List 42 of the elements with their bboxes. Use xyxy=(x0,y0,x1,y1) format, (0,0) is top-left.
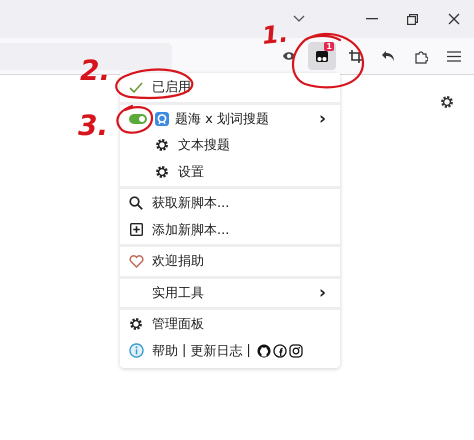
info-icon xyxy=(128,343,144,358)
script-menu-item[interactable]: 题海 x 划词搜题 › xyxy=(120,106,340,132)
notification-badge: 1 xyxy=(324,42,334,51)
github-icon xyxy=(256,344,271,358)
extension-button[interactable]: 1 xyxy=(308,42,336,70)
heart-icon xyxy=(128,254,144,268)
chevron-right-icon: › xyxy=(318,282,326,303)
reply-arrow-icon xyxy=(381,50,395,62)
donate-item[interactable]: 欢迎捐助 xyxy=(120,248,340,274)
gear-icon xyxy=(155,138,169,152)
restore-icon xyxy=(407,14,418,24)
settings-icon xyxy=(440,95,454,109)
script-icon xyxy=(155,112,169,126)
annotation-number: 2. xyxy=(80,54,110,87)
command-menu-item[interactable]: 设置 xyxy=(120,158,340,185)
chevron-right-icon: › xyxy=(318,108,326,129)
utilities-item[interactable]: 实用工具 › xyxy=(120,280,340,306)
instagram-icon xyxy=(288,344,303,358)
plus-box-icon xyxy=(130,223,142,236)
toggle-switch[interactable] xyxy=(129,114,147,124)
close-icon xyxy=(448,13,460,25)
command-menu-item[interactable]: 文本搜题 xyxy=(120,132,340,158)
annotation-number: 1. xyxy=(260,19,290,50)
gear-icon xyxy=(155,164,169,179)
find-scripts-item[interactable]: 获取新脚本... xyxy=(120,190,340,216)
help-link[interactable]: 帮助 xyxy=(152,342,178,360)
help-link[interactable]: 更新日志 xyxy=(190,342,242,360)
eye-icon xyxy=(282,50,296,62)
add-script-item[interactable]: 添加新脚本... xyxy=(120,216,340,243)
dashboard-item[interactable]: 管理面板 xyxy=(120,311,340,338)
annotation-number: 3. xyxy=(78,109,108,142)
menu-icon xyxy=(447,50,461,62)
separator-text: | xyxy=(182,343,186,358)
search-icon xyxy=(129,196,143,210)
settings-icon xyxy=(129,317,143,332)
puzzle-icon xyxy=(414,48,428,64)
separator-text: | xyxy=(246,343,251,358)
minimize-icon xyxy=(366,18,378,20)
facebook-icon xyxy=(272,344,287,358)
chevron-down-icon xyxy=(292,15,304,23)
script-manager-icon xyxy=(315,49,329,63)
crop-icon xyxy=(348,50,362,62)
